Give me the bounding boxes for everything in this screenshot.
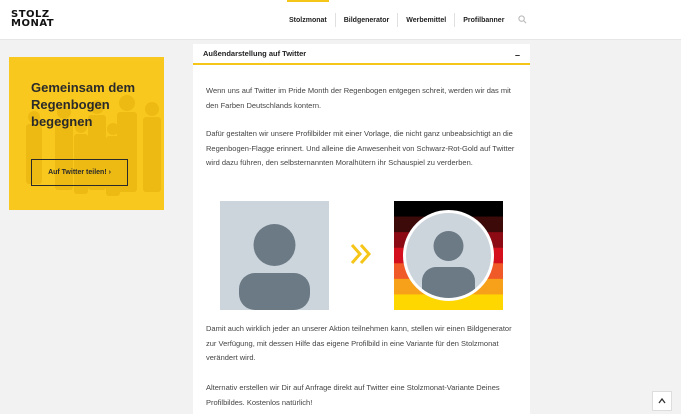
site-logo[interactable]: STOLZ MONAT: [11, 10, 55, 29]
flag-stripes-background: [394, 201, 503, 310]
top-navigation-bar: STOLZ MONAT Stolzmonat Bildgenerator Wer…: [0, 0, 681, 40]
search-icon[interactable]: [518, 15, 527, 24]
main-nav: Stolzmonat Bildgenerator Werbemittel Pro…: [281, 0, 512, 40]
user-placeholder-icon: [239, 224, 310, 310]
nav-item-profilbanner[interactable]: Profilbanner: [455, 13, 512, 27]
chevron-up-icon: [658, 397, 666, 404]
stolzmonat-avatar-image: [394, 201, 503, 310]
logo-line-2: MONAT: [11, 18, 55, 29]
accordion-title: Außendarstellung auf Twitter: [203, 49, 307, 58]
default-avatar-image: [220, 201, 329, 310]
paragraph-alternative: Alternativ erstellen wir Dir auf Anfrage…: [206, 383, 500, 407]
collapse-icon[interactable]: –: [515, 50, 520, 60]
share-on-twitter-button[interactable]: Auf Twitter teilen! ›: [31, 159, 128, 186]
nav-item-stolzmonat[interactable]: Stolzmonat: [281, 0, 336, 27]
accordion-header[interactable]: Außendarstellung auf Twitter –: [193, 44, 530, 65]
nav-item-werbemittel[interactable]: Werbemittel: [398, 13, 456, 27]
promo-card-title: Gemeinsam dem Regenbogen begegnen: [31, 80, 136, 129]
paragraph-profile-template: Dafür gestalten wir unsere Profilbilder …: [206, 129, 515, 168]
content-panel: Außendarstellung auf Twitter – Wenn uns …: [193, 44, 530, 414]
share-promo-card: Gemeinsam dem Regenbogen begegnen Auf Tw…: [9, 57, 164, 210]
scroll-to-top-button[interactable]: [652, 391, 672, 411]
nav-item-bildgenerator[interactable]: Bildgenerator: [336, 13, 399, 27]
double-chevron-right-icon: [350, 244, 372, 264]
paragraph-image-generator: Damit auch wirklich jeder an unserer Akt…: [206, 324, 512, 363]
paragraph-intro: Wenn uns auf Twitter im Pride Month der …: [206, 86, 511, 110]
